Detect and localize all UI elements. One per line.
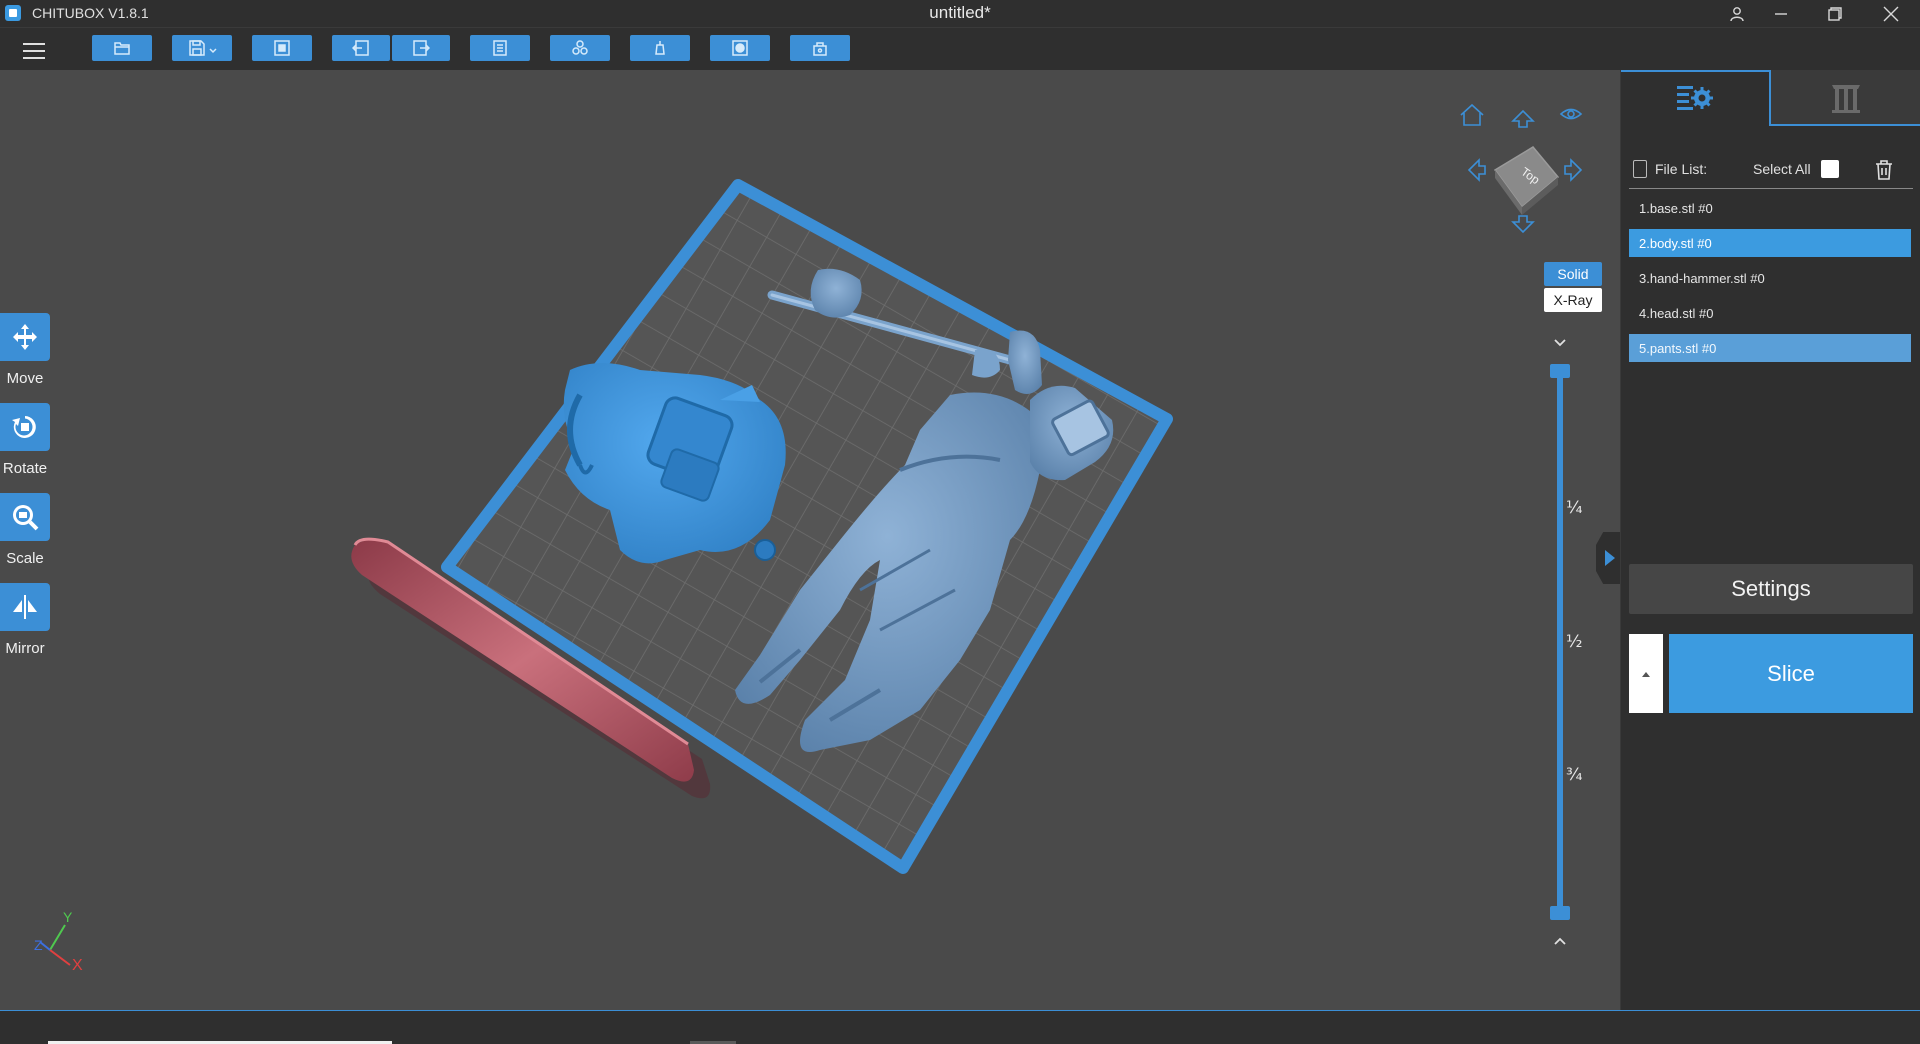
close-button[interactable] <box>1864 0 1918 27</box>
title-bar: CHITUBOX V1.8.1 untitled* <box>0 0 1920 27</box>
file-item-base[interactable]: 1.base.stl #0 <box>1629 194 1911 222</box>
supports-tab[interactable] <box>1771 70 1920 126</box>
arrange-button[interactable] <box>550 35 610 61</box>
file-list-header: File List: Select All <box>1629 158 1913 182</box>
scale-tool-button[interactable] <box>0 493 50 541</box>
file-list-label: File List: <box>1655 161 1708 177</box>
solid-mode-button[interactable]: Solid <box>1544 262 1602 286</box>
build-plate <box>441 179 1173 874</box>
user-icon <box>1730 6 1744 21</box>
slider-mark-three-quarter: ¾ <box>1566 765 1583 785</box>
axis-x-label: X <box>72 957 83 974</box>
close-icon <box>1883 6 1899 21</box>
restore-button[interactable] <box>1808 0 1862 27</box>
slider-up-chevron-icon[interactable] <box>1550 934 1570 948</box>
slider-mark-half: ½ <box>1566 632 1583 652</box>
slider-down-chevron-icon[interactable] <box>1550 336 1570 350</box>
main-toolbar <box>0 27 1920 70</box>
folder-icon <box>114 42 130 55</box>
view-left-arrow-icon[interactable] <box>1467 158 1486 182</box>
layer-slider-bottom-handle[interactable] <box>1550 906 1570 920</box>
file-list-divider <box>1629 188 1913 189</box>
file-item-hand-hammer[interactable]: 3.hand-hammer.stl #0 <box>1629 264 1911 292</box>
minimize-button[interactable] <box>1754 0 1808 27</box>
layer-slider-track[interactable] <box>1557 367 1563 913</box>
scale-tool-label: Scale <box>6 550 44 567</box>
slice-options-toggle[interactable] <box>1629 634 1663 713</box>
undo-button[interactable] <box>332 35 390 61</box>
dig-hole-icon <box>813 42 827 56</box>
dig-hole-button[interactable] <box>790 35 850 61</box>
rotate-tool-button[interactable] <box>0 403 50 451</box>
hollow-icon <box>732 40 748 56</box>
open-file-button[interactable] <box>92 35 152 61</box>
supports-pillars-icon <box>1832 85 1860 113</box>
select-all-checkbox[interactable] <box>1821 160 1839 178</box>
view-navigator: Top <box>1460 103 1583 234</box>
file-item-pants[interactable]: 5.pants.stl #0 <box>1629 334 1911 362</box>
undo-icon <box>352 40 369 56</box>
move-tool-button[interactable] <box>0 313 50 361</box>
axis-y-label: Y <box>63 909 73 925</box>
hamburger-menu-button[interactable] <box>18 36 50 64</box>
document-title: untitled* <box>929 3 991 22</box>
select-all-label: Select All <box>1753 161 1811 177</box>
trash-icon[interactable] <box>1872 158 1896 182</box>
app-name: CHITUBOX V1.8.1 <box>32 5 149 21</box>
xray-mode-button[interactable]: X-Ray <box>1544 288 1602 312</box>
panel-collapse-toggle[interactable] <box>1596 532 1620 584</box>
app-window: CHITUBOX V1.8.1 untitled* Y X Z Move Rot… <box>0 0 1920 1044</box>
home-view-icon[interactable] <box>1460 103 1484 126</box>
status-bar <box>0 1010 1920 1044</box>
support-icon <box>655 41 665 55</box>
mirror-tool-button[interactable] <box>0 583 50 631</box>
app-logo-icon <box>5 5 21 21</box>
mirror-tool-label: Mirror <box>5 640 45 657</box>
rotate-icon <box>12 416 36 438</box>
view-right-arrow-icon[interactable] <box>1564 158 1583 182</box>
navcube-cube[interactable]: Top <box>1493 146 1560 215</box>
slice-button[interactable]: Slice <box>1669 634 1913 713</box>
file-item-head[interactable]: 4.head.stl #0 <box>1629 299 1911 327</box>
save-button[interactable] <box>172 35 232 61</box>
support-button[interactable] <box>630 35 690 61</box>
view-down-arrow-icon[interactable] <box>1511 215 1535 234</box>
redo-icon <box>413 40 430 56</box>
caret-up-icon <box>1642 671 1650 677</box>
arrange-icon <box>572 40 588 55</box>
mirror-icon <box>13 595 37 619</box>
slider-mark-quarter: ¼ <box>1566 498 1583 518</box>
settings-button[interactable]: Settings <box>1629 564 1913 614</box>
settings-gear-icon <box>1677 86 1713 110</box>
file-list-icon <box>1633 160 1647 178</box>
scale-icon <box>13 505 39 531</box>
file-item-body[interactable]: 2.body.stl #0 <box>1629 229 1911 257</box>
move-tool-label: Move <box>6 370 44 387</box>
restore-icon <box>1828 6 1842 21</box>
view-up-arrow-icon[interactable] <box>1511 109 1535 128</box>
auto-layout-button[interactable] <box>252 35 312 61</box>
task-list-button[interactable] <box>470 35 530 61</box>
axes-indicator: Y X Z <box>34 909 83 974</box>
list-icon <box>493 40 507 56</box>
right-panel: File List: Select All 1.base.stl #0 2.bo… <box>1620 70 1920 1010</box>
center-icon <box>274 40 290 56</box>
minimize-icon <box>1775 12 1787 15</box>
save-icon <box>189 40 217 56</box>
layer-slider-top-handle[interactable] <box>1550 364 1570 378</box>
redo-button[interactable] <box>392 35 450 61</box>
hollow-button[interactable] <box>710 35 770 61</box>
move-icon <box>13 324 37 350</box>
axis-z-label: Z <box>34 937 43 953</box>
viewport-3d[interactable]: Y X Z <box>0 70 1620 1010</box>
rotate-tool-label: Rotate <box>2 460 48 477</box>
settings-tab[interactable] <box>1621 70 1771 126</box>
